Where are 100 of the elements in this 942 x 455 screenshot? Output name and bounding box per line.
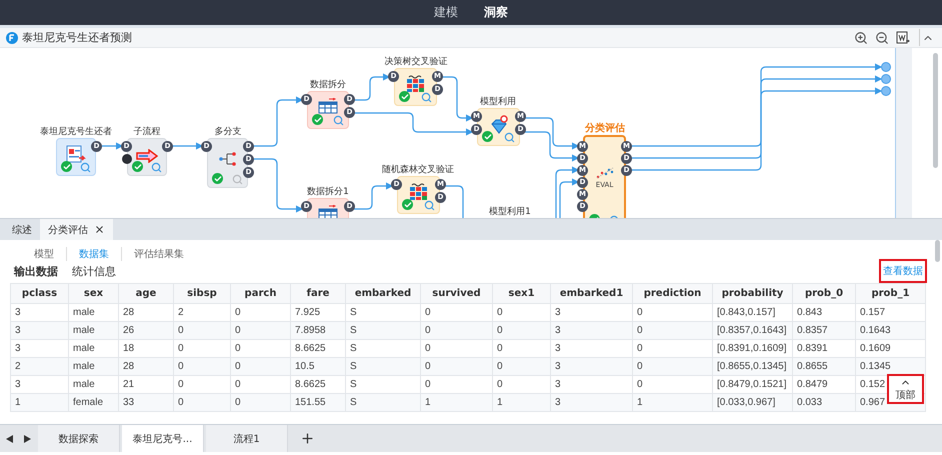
node-label: 随机森林交叉验证 [382,164,454,176]
table-cell: 0 [174,376,230,394]
column-header[interactable]: prob_1 [856,284,926,304]
column-header[interactable]: embarked1 [550,284,632,304]
table-cell: 0.033 [792,394,856,412]
table-cell: 0.1609 [856,340,926,358]
table-cell: S [346,358,420,376]
table-cell: 0 [230,394,290,412]
grid-icon [406,75,426,93]
table-cell: 1 [10,394,68,412]
table-cell: [0.843,0.157] [712,304,792,322]
table-cell: 1 [632,394,712,412]
section-tab[interactable]: 输出数据 [14,264,58,278]
search-icon[interactable] [424,200,435,211]
column-header[interactable]: fare [290,284,346,304]
table-cell: 3 [10,304,68,322]
table-cell: 7.8958 [290,322,346,340]
column-header[interactable]: probability [712,284,792,304]
close-icon[interactable] [94,224,105,235]
table-cell: male [68,358,118,376]
document-tab[interactable]: 流程1 [206,425,288,452]
table-cell: 0 [174,394,230,412]
table-cell: 0 [492,304,550,322]
column-header[interactable]: sex [68,284,118,304]
table-cell: male [68,304,118,322]
table-cell: 0 [632,376,712,394]
table-cell: S [346,394,420,412]
export-icon[interactable] [894,29,911,46]
table-cell: 0 [420,340,492,358]
workflow-node[interactable] [307,91,349,129]
table-cell: 3 [10,376,68,394]
panel-tab[interactable]: 综述 [4,219,40,240]
zoom-in-icon[interactable] [852,29,869,46]
document-icon [66,145,86,163]
scrollbar[interactable] [933,53,938,168]
column-header[interactable]: prediction [632,284,712,304]
connector-line [525,131,580,162]
nav-tab[interactable]: 建模 [434,4,458,21]
nav-tab[interactable]: 洞察 [484,4,508,21]
table-cell: 10.5 [290,358,346,376]
table-cell: 0 [632,322,712,340]
table-cell: 28 [118,304,174,322]
connector-line [559,178,580,218]
connector-line [354,73,390,101]
table-icon [318,98,338,114]
zoom-out-icon[interactable] [873,29,890,46]
table-cell: 3 [550,376,632,394]
section-tab[interactable]: 统计信息 [72,264,116,278]
table-cell: 0 [230,304,290,322]
view-data-link[interactable]: 查看数据 [879,259,927,283]
column-header[interactable]: survived [420,284,492,304]
workflow-node[interactable] [56,138,96,176]
table-cell: 0 [230,376,290,394]
column-header[interactable]: parch [230,284,290,304]
table-cell: 0.8391 [792,340,856,358]
back-to-top-button[interactable]: 顶部 [887,374,924,404]
document-tab[interactable]: 数据探索 [38,425,120,452]
table-cell: 0.157 [856,304,926,322]
node-label: 数据拆分1 [307,186,349,198]
table-cell: 3 [550,322,632,340]
workflow-node[interactable] [207,138,248,188]
sub-tab[interactable]: 数据集 [66,247,121,261]
column-header[interactable]: sibsp [174,284,230,304]
table-cell: 0 [230,322,290,340]
panel-tab[interactable]: 分类评估 [40,219,113,240]
table-cell: 0 [492,322,550,340]
document-tab[interactable]: 泰坦尼克号... [122,425,204,452]
table-cell: 0 [230,340,290,358]
table-cell: [0.8479,0.1521] [712,376,792,394]
table-cell: 0 [420,304,492,322]
search-icon[interactable] [421,92,432,103]
table-cell: 0 [230,358,290,376]
branch-icon [218,151,236,167]
table-cell: [0.8357,0.1643] [712,322,792,340]
column-header[interactable]: embarked [346,284,420,304]
column-header[interactable]: sex1 [492,284,550,304]
column-header[interactable]: age [118,284,174,304]
table-cell: male [68,322,118,340]
column-header[interactable]: pclass [10,284,68,304]
grid-icon [408,183,428,201]
scrollbar[interactable] [934,240,940,262]
table-cell: S [346,322,420,340]
table-cell: 0.8479 [792,376,856,394]
node-label: 数据拆分 [310,78,346,91]
workflow-node[interactable] [127,138,167,176]
table-cell: 18 [118,340,174,358]
connector-line [354,182,394,210]
sub-tab[interactable]: 模型 [22,247,66,261]
table-cell: 0.843 [792,304,856,322]
sub-tab[interactable]: 评估结果集 [121,247,196,261]
table-cell: 0 [492,340,550,358]
table-cell: 3 [550,358,632,376]
column-header[interactable]: prob_0 [792,284,856,304]
port-dot[interactable] [122,154,132,164]
search-icon[interactable] [504,132,515,143]
table-cell: 0 [174,358,230,376]
table-cell: 3 [550,304,632,322]
table-cell: 2 [10,358,68,376]
arrow-icon [136,149,158,163]
table-cell: S [346,340,420,358]
